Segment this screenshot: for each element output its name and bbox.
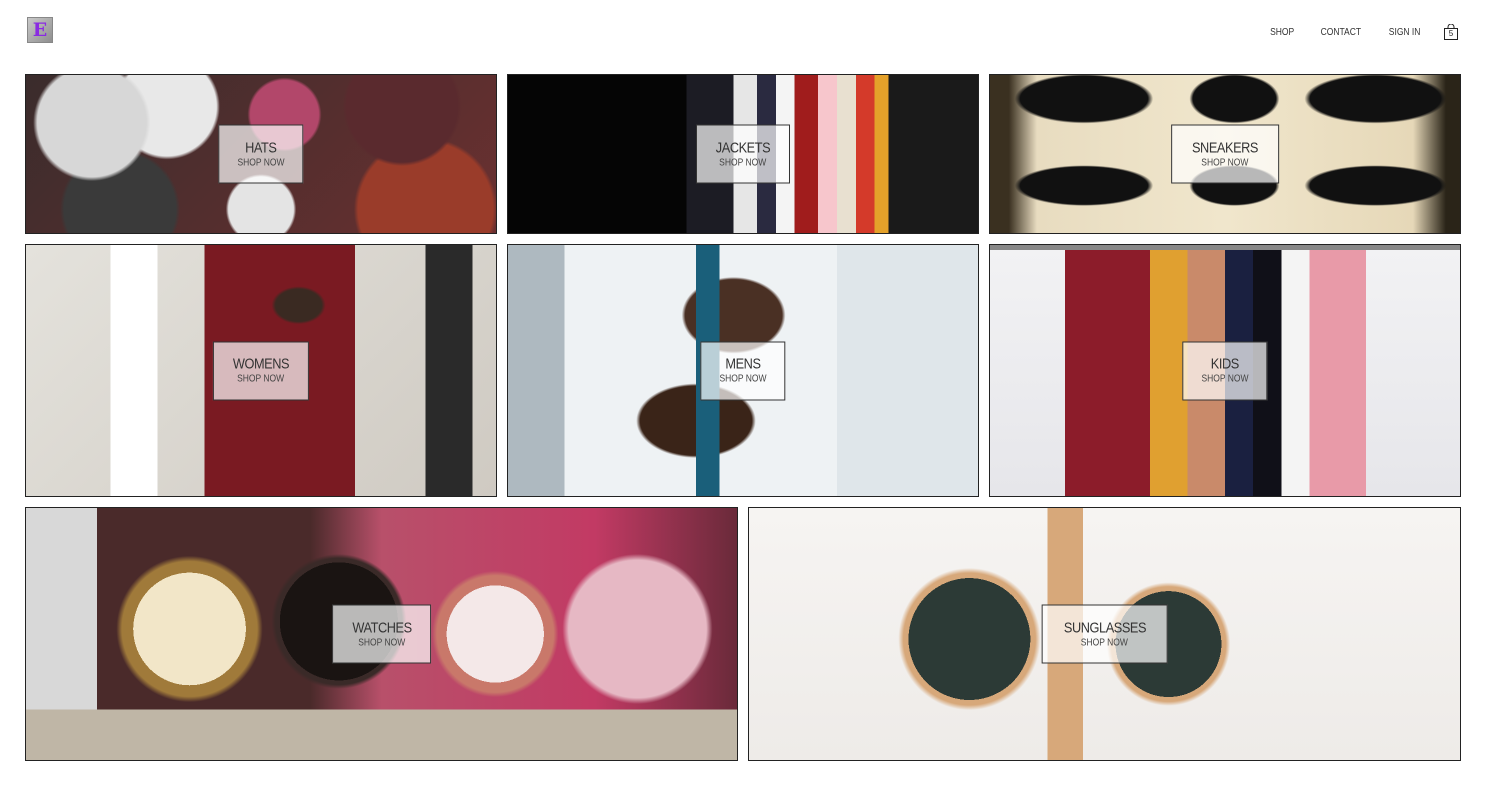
logo[interactable]: E — [27, 17, 53, 43]
category-label[interactable]: SUNGLASSES SHOP NOW — [1041, 604, 1168, 664]
category-label[interactable]: HATS SHOP NOW — [218, 124, 304, 184]
nav-shop-link[interactable]: SHOP — [1270, 27, 1294, 38]
main-nav: SHOP CONTACT SIGN IN 5 — [1268, 24, 1458, 40]
category-tile-kids[interactable]: KIDS SHOP NOW — [989, 244, 1461, 497]
shop-now-link: SHOP NOW — [237, 157, 285, 168]
category-tile-womens[interactable]: WOMENS SHOP NOW — [25, 244, 497, 497]
logo-letter: E — [32, 18, 48, 41]
category-title: WOMENS — [232, 355, 290, 373]
category-label[interactable]: MENS SHOP NOW — [700, 341, 786, 400]
shop-now-link: SHOP NOW — [1080, 637, 1129, 648]
category-tile-hats[interactable]: HATS SHOP NOW — [25, 74, 497, 234]
category-label[interactable]: WOMENS SHOP NOW — [212, 341, 310, 400]
category-tile-jackets[interactable]: JACKETS SHOP NOW — [507, 74, 979, 234]
shop-now-link: SHOP NOW — [237, 373, 285, 385]
cart-button[interactable]: 5 — [1444, 24, 1458, 40]
shop-now-link: SHOP NOW — [357, 637, 406, 648]
category-title: SUNGLASSES — [1063, 619, 1146, 636]
category-tile-watches[interactable]: WATCHES SHOP NOW — [25, 507, 738, 761]
shop-now-link: SHOP NOW — [719, 373, 767, 385]
shop-now-link: SHOP NOW — [719, 157, 767, 168]
category-label[interactable]: SNEAKERS SHOP NOW — [1171, 124, 1279, 184]
category-label[interactable]: KIDS SHOP NOW — [1182, 341, 1268, 400]
cart-count: 5 — [1448, 29, 1454, 38]
category-title: SNEAKERS — [1191, 139, 1259, 156]
shop-now-link: SHOP NOW — [1201, 373, 1249, 385]
category-title: KIDS — [1210, 355, 1240, 373]
category-tile-sneakers[interactable]: SNEAKERS SHOP NOW — [989, 74, 1461, 234]
site-header: E SHOP CONTACT SIGN IN 5 — [0, 0, 1488, 70]
category-title: JACKETS — [715, 139, 771, 156]
category-title: MENS — [725, 355, 761, 373]
category-tile-mens[interactable]: MENS SHOP NOW — [507, 244, 979, 497]
category-title: WATCHES — [351, 619, 412, 636]
category-label[interactable]: WATCHES SHOP NOW — [331, 604, 432, 664]
nav-contact-link[interactable]: CONTACT — [1321, 27, 1361, 38]
category-title: HATS — [245, 139, 277, 156]
nav-sign-in-link[interactable]: SIGN IN — [1389, 27, 1421, 38]
category-tile-sunglasses[interactable]: SUNGLASSES SHOP NOW — [748, 507, 1461, 761]
category-label[interactable]: JACKETS SHOP NOW — [695, 124, 791, 184]
shop-now-link: SHOP NOW — [1201, 157, 1249, 168]
